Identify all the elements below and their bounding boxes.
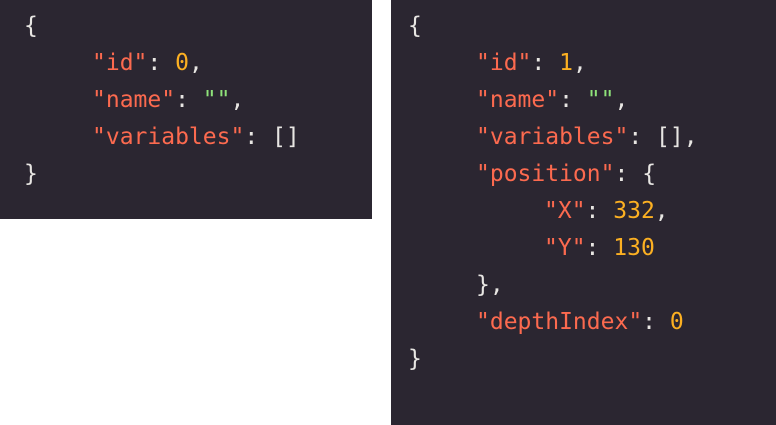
variables-value: [] (656, 124, 684, 150)
depth-index-line: "depthIndex": 0 (408, 304, 776, 341)
name-value: "" (202, 87, 231, 113)
colon: : (585, 198, 614, 224)
position-open-brace: { (642, 161, 657, 187)
position-close-line: }, (408, 267, 776, 304)
json-panel-left: {"id": 0, "name": "", "variables": []} (0, 0, 372, 219)
x-value: 332 (613, 198, 655, 224)
name-key: "name" (476, 87, 560, 113)
close-brace: } (408, 346, 422, 372)
open-brace-line: { (408, 8, 776, 45)
open-brace: { (24, 13, 38, 39)
comma: , (489, 272, 504, 298)
comma: , (683, 124, 698, 150)
position-line: "position": { (408, 156, 776, 193)
comma: , (230, 87, 245, 113)
open-brace-line: { (24, 8, 372, 45)
x-line: "X": 332, (408, 193, 776, 230)
id-line: "id": 0, (24, 45, 372, 82)
variables-key: "variables" (92, 124, 245, 150)
colon: : (559, 87, 587, 113)
y-value: 130 (613, 235, 655, 261)
comma: , (654, 198, 669, 224)
name-value: "" (586, 87, 615, 113)
variables-line: "variables": [] (24, 119, 372, 156)
colon: : (175, 87, 203, 113)
json-panel-right: {"id": 1, "name": "", "variables": [], "pos… (391, 0, 776, 425)
id-key: "id" (476, 50, 532, 76)
close-brace-line: } (24, 156, 372, 193)
id-value: 0 (175, 50, 189, 76)
colon: : (147, 50, 176, 76)
y-key: "Y" (544, 235, 586, 261)
id-value: 1 (559, 50, 573, 76)
position-key: "position" (476, 161, 615, 187)
name-key: "name" (92, 87, 176, 113)
variables-line: "variables": [], (408, 119, 776, 156)
position-close-brace: } (476, 272, 490, 298)
x-key: "X" (544, 198, 586, 224)
comma: , (188, 50, 203, 76)
name-line: "name": "", (24, 82, 372, 119)
depth-index-value: 0 (669, 309, 684, 335)
depth-index-key: "depthIndex" (476, 309, 643, 335)
y-line: "Y": 130 (408, 230, 776, 267)
open-brace: { (408, 13, 422, 39)
comma: , (572, 50, 587, 76)
close-brace-line: } (408, 341, 776, 378)
colon: : (531, 50, 560, 76)
colon: : (614, 161, 643, 187)
comma: , (614, 87, 629, 113)
id-key: "id" (92, 50, 148, 76)
colon: : (244, 124, 273, 150)
colon: : (642, 309, 670, 335)
variables-key: "variables" (476, 124, 629, 150)
id-line: "id": 1, (408, 45, 776, 82)
colon: : (628, 124, 657, 150)
close-brace: } (24, 161, 38, 187)
variables-value: [] (272, 124, 300, 150)
name-line: "name": "", (408, 82, 776, 119)
colon: : (585, 235, 614, 261)
